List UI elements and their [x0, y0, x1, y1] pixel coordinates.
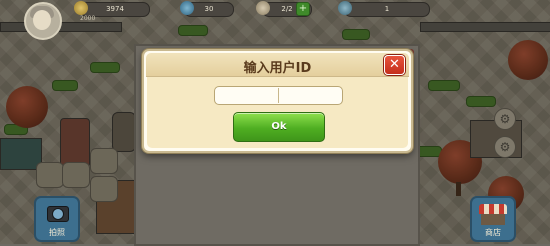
side-button[interactable] [90, 176, 118, 202]
coin-count: 3974 [106, 5, 124, 13]
ok-label: Ok [271, 121, 287, 132]
dialog-body: Ok [147, 77, 408, 148]
camera-label: 拍照 [49, 228, 65, 237]
shop-label: 商店 [485, 228, 501, 237]
level-bar: 1 [344, 2, 430, 17]
close-icon: ✕ [389, 57, 400, 72]
star-icon [338, 1, 352, 15]
gem-count: 30 [204, 5, 214, 13]
avatar-face [33, 10, 51, 30]
camera-button[interactable]: 拍照 [34, 196, 80, 242]
shop-front [481, 214, 505, 225]
ok-button[interactable]: Ok [233, 112, 325, 142]
user-id-field[interactable] [214, 86, 343, 105]
side-button[interactable] [62, 162, 90, 188]
coin-icon [74, 1, 88, 15]
user-id-input[interactable] [215, 87, 342, 104]
side-button[interactable] [36, 162, 64, 188]
staff-icon [256, 1, 270, 15]
settings-icon[interactable]: ⚙ [494, 136, 516, 158]
camera-lens [52, 208, 64, 220]
dialog-title: 输入用户ID [243, 61, 312, 76]
close-button[interactable]: ✕ [384, 55, 405, 75]
player-avatar[interactable] [24, 2, 62, 40]
shop-icon [479, 204, 507, 214]
settings-icon[interactable]: ⚙ [494, 108, 516, 130]
dialog-header: 输入用户ID ✕ [146, 53, 409, 77]
side-button[interactable] [90, 148, 118, 174]
gem-icon [180, 1, 194, 15]
enter-user-id-dialog: 输入用户ID ✕ Ok [142, 49, 413, 153]
shop-button[interactable]: 商店 [470, 196, 516, 242]
staff-count: 2/2 [281, 5, 293, 13]
experience-subtext: 2000 [80, 15, 96, 22]
plus-icon[interactable]: + [296, 2, 310, 16]
level-number: 1 [384, 5, 390, 13]
